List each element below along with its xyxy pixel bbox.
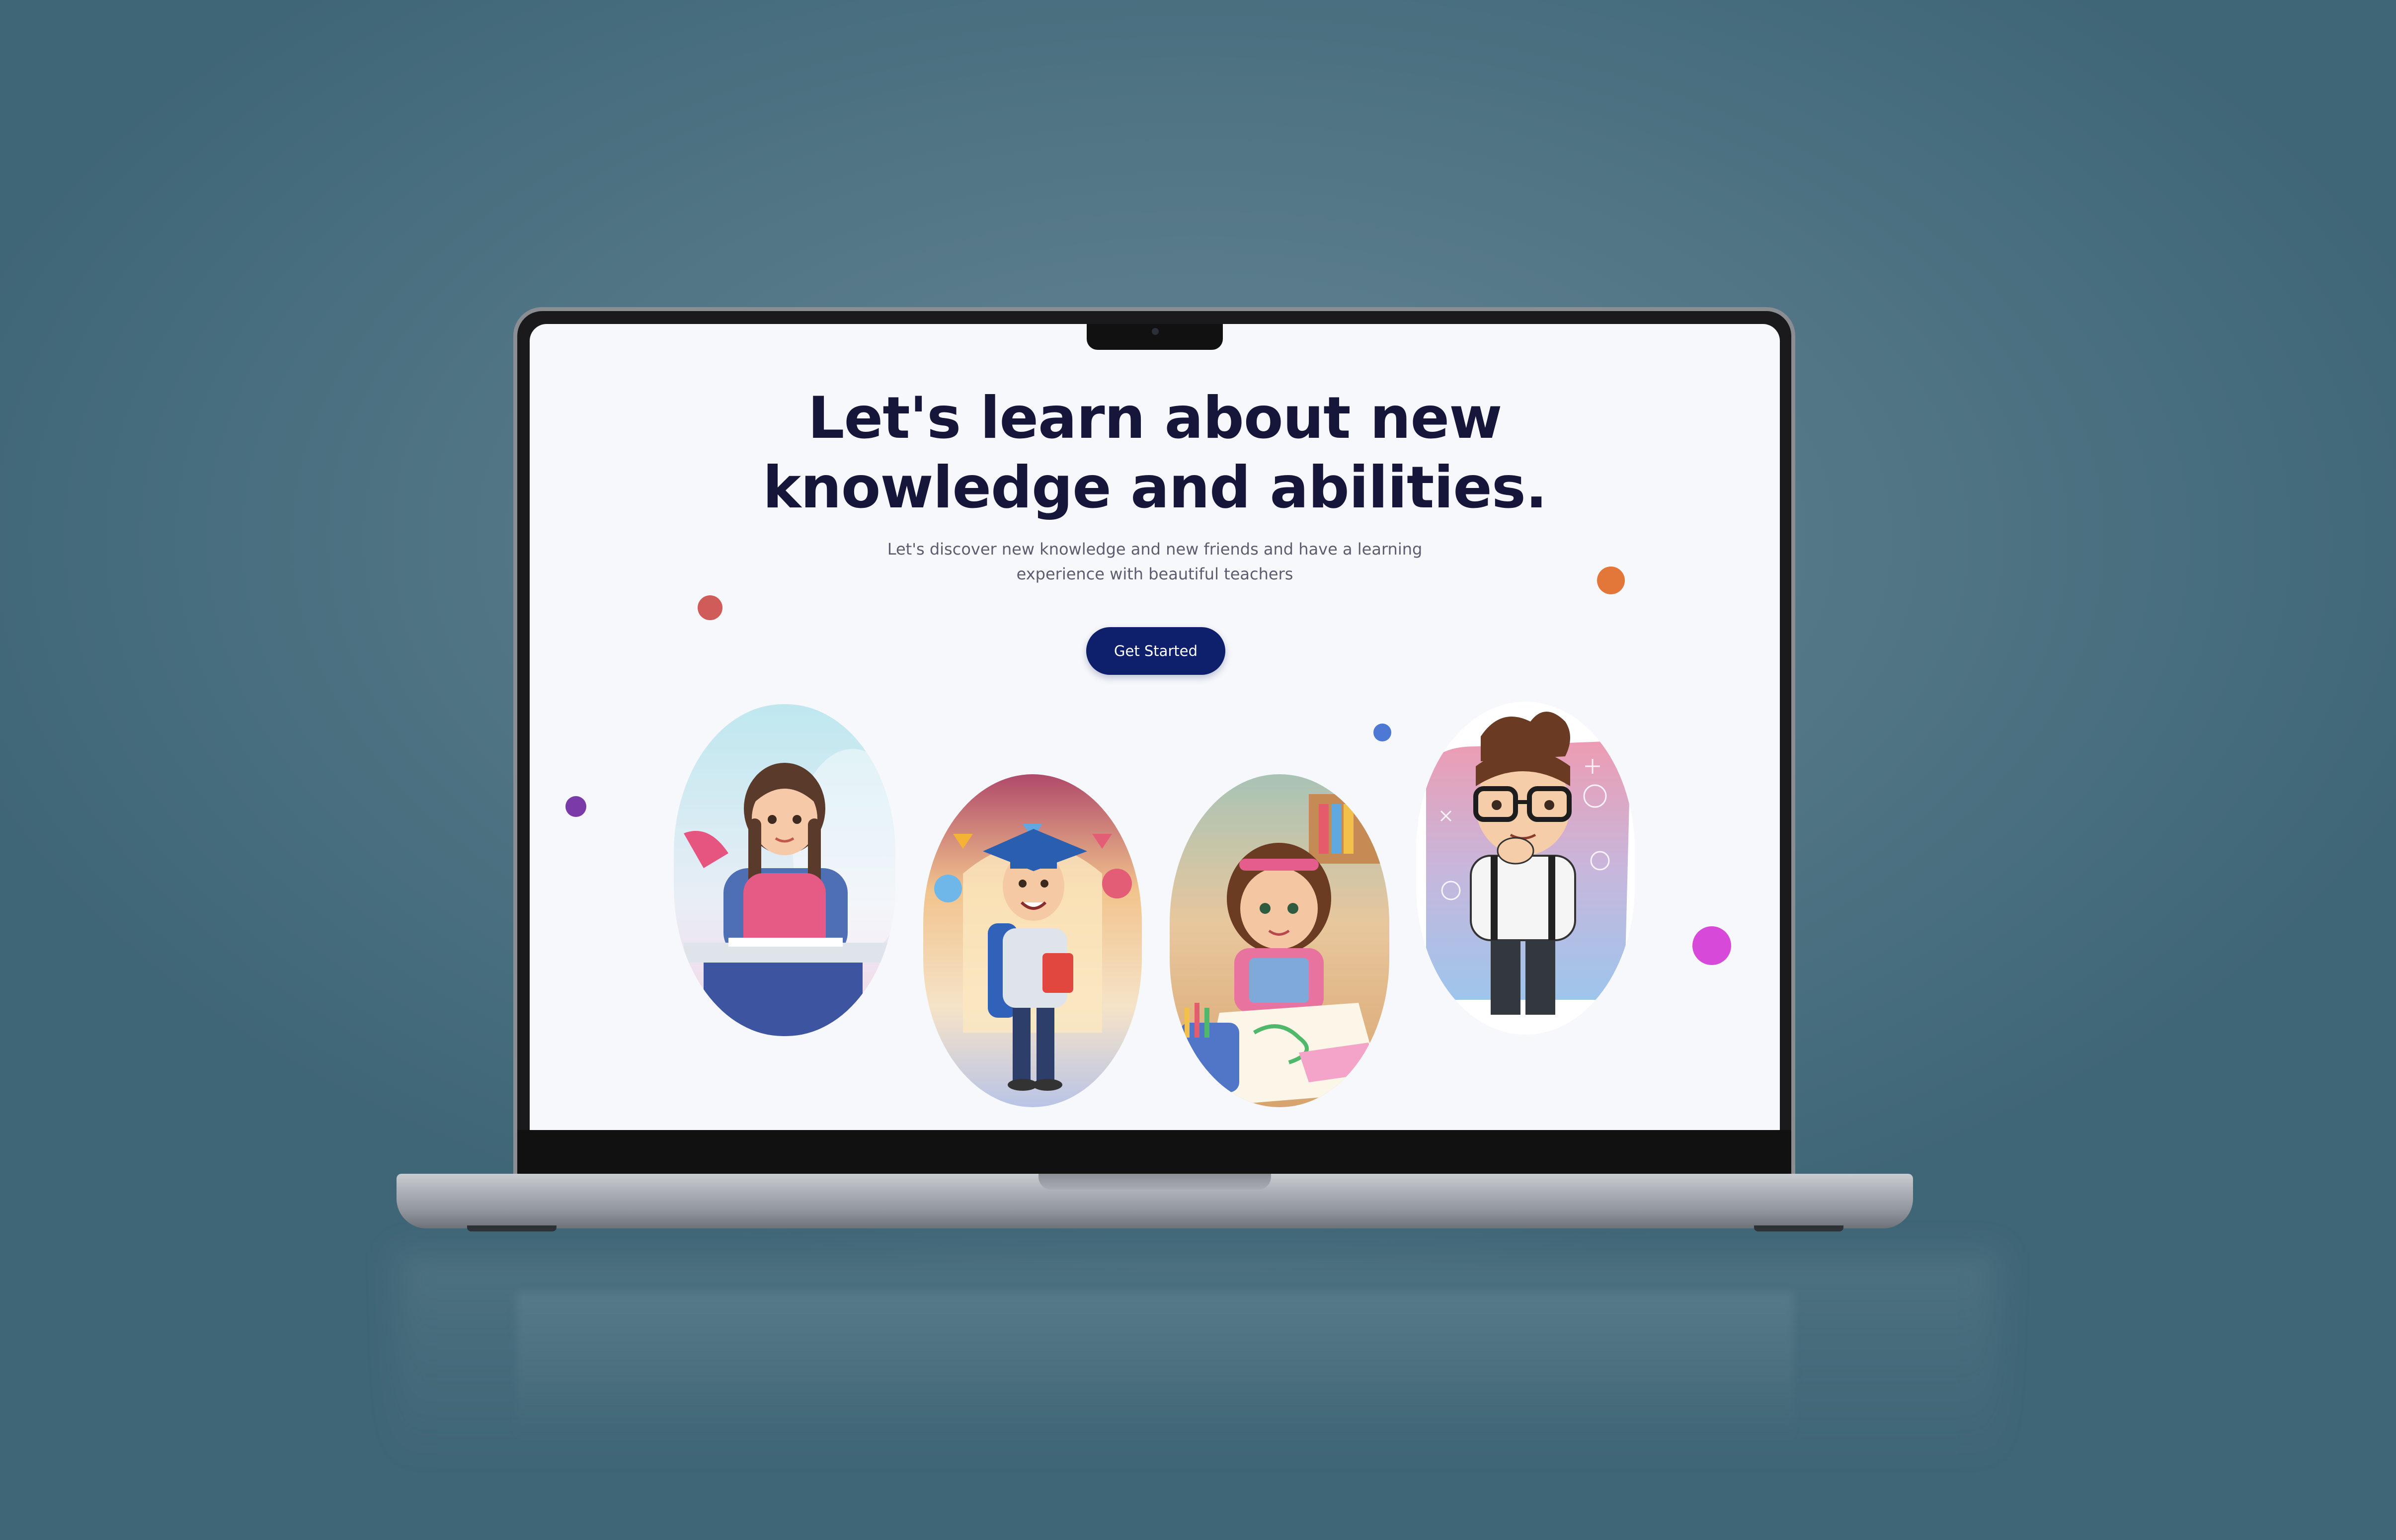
girl-reading-illustration [674,704,895,1036]
graduate-boy-illustration [923,774,1142,1107]
graduate-boy-card [923,774,1142,1107]
headline-line-2: knowledge and abilities. [762,454,1547,521]
headline-line-1: Let's learn about new [807,385,1503,452]
camera-icon [1152,328,1159,335]
laptop-bezel-chin [517,1130,1791,1177]
laptop-screen: Let's learn about new knowledge and abil… [530,324,1780,1130]
girl-drawing-illustration [1170,774,1389,1107]
decor-dot-magenta [1692,926,1731,965]
boy-with-glasses-illustration [1416,702,1635,1035]
decor-dot-red [698,595,722,620]
subtitle-line-2: experience with beautiful teachers [1016,565,1293,583]
laptop-foot-right [1754,1225,1843,1231]
boy-with-glasses-card [1416,702,1635,1035]
get-started-button[interactable]: Get Started [1086,627,1225,675]
decor-dot-orange [1597,567,1625,594]
laptop-opening-notch [1038,1174,1271,1190]
decor-dot-blue [1373,724,1391,741]
girl-drawing-card [1170,774,1389,1107]
laptop-foot-left [467,1225,557,1231]
subtitle-line-1: Let's discover new knowledge and new fri… [887,540,1423,559]
girl-reading-card [674,704,895,1036]
decor-dot-purple [565,796,586,817]
hero-headline: Let's learn about new knowledge and abil… [530,384,1780,523]
mockup-scene: Let's learn about new knowledge and abil… [0,0,2396,1540]
laptop-reflection [517,1292,1794,1441]
hero-subtitle: Let's discover new knowledge and new fri… [878,537,1432,586]
